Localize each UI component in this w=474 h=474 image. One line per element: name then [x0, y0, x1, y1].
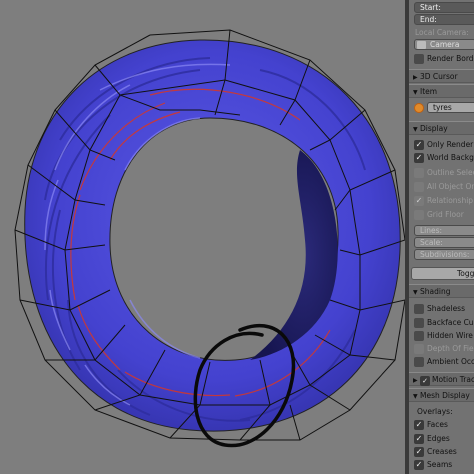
- 3d-viewport[interactable]: [0, 0, 405, 474]
- backface-culling-checkbox[interactable]: [414, 318, 424, 328]
- creases-row[interactable]: ✓ Creases: [409, 446, 474, 459]
- edges-label: Edges: [427, 434, 450, 443]
- expand-arrow-icon: ▼: [413, 393, 418, 400]
- creases-checkbox[interactable]: ✓: [414, 447, 424, 457]
- local-camera-label: Local Camera:: [415, 28, 469, 37]
- overlays-label: Overlays:: [417, 407, 453, 416]
- faces-label: Faces: [427, 420, 448, 429]
- object-name-field[interactable]: tyres: [427, 102, 474, 113]
- hidden-wire-checkbox[interactable]: [414, 331, 424, 341]
- edges-row[interactable]: ✓ Edges: [409, 433, 474, 446]
- section-shading-label: Shading: [420, 287, 451, 296]
- expand-arrow-icon: ▼: [413, 126, 418, 133]
- camera-field[interactable]: Camera: [414, 39, 474, 50]
- shadeless-label: Shadeless: [427, 304, 465, 313]
- all-object-origins-checkbox[interactable]: [414, 182, 424, 192]
- depth-of-field-label: Depth Of Field: [427, 344, 474, 353]
- shadeless-row[interactable]: Shadeless: [409, 303, 474, 316]
- all-object-origins-row[interactable]: All Object Origi: [409, 181, 474, 194]
- outline-selected-label: Outline Selecte: [427, 168, 474, 177]
- world-background-row[interactable]: ✓World Backgrou: [409, 152, 474, 165]
- ambient-occlusion-row[interactable]: Ambient Occlus: [409, 356, 474, 369]
- only-render-checkbox[interactable]: ✓: [414, 140, 424, 150]
- depth-of-field-checkbox[interactable]: [414, 344, 424, 354]
- expand-arrow-icon: ▼: [413, 89, 418, 96]
- outline-selected-checkbox[interactable]: [414, 168, 424, 178]
- backface-culling-label: Backface Cullin: [427, 318, 474, 327]
- relationship-lines-checkbox[interactable]: ✓: [414, 196, 424, 206]
- grid-floor-row[interactable]: Grid Floor: [409, 209, 474, 222]
- start-label: Start:: [420, 3, 441, 12]
- tyre-model: [14, 29, 405, 448]
- toggle-button-label: Toggl: [457, 269, 474, 278]
- subdivisions-field[interactable]: Subdivisions:: [414, 249, 474, 260]
- seams-row[interactable]: ✓ Seams: [409, 459, 474, 472]
- shadeless-checkbox[interactable]: [414, 304, 424, 314]
- tyre-outer-surface: [24, 39, 401, 432]
- world-background-checkbox[interactable]: ✓: [414, 153, 424, 163]
- scale-field[interactable]: Scale:: [414, 237, 474, 248]
- render-border-row[interactable]: Render Border: [409, 53, 474, 66]
- render-border-checkbox[interactable]: [414, 54, 424, 64]
- lines-field[interactable]: Lines:: [414, 225, 474, 236]
- end-field[interactable]: End:: [414, 14, 474, 25]
- toggle-quad-view-button[interactable]: Toggl: [411, 267, 474, 280]
- seams-label: Seams: [427, 460, 453, 469]
- only-render-label: Only Render: [427, 140, 474, 149]
- faces-checkbox[interactable]: ✓: [414, 420, 424, 430]
- relationship-lines-row[interactable]: ✓Relationship Lin: [409, 195, 474, 208]
- start-field[interactable]: Start:: [414, 2, 474, 13]
- collapse-arrow-icon: ▶: [413, 377, 418, 384]
- faces-row[interactable]: ✓ Faces: [409, 419, 474, 432]
- render-border-label: Render Border: [427, 54, 474, 63]
- subdivisions-label: Subdivisions:: [420, 250, 470, 259]
- object-name-value: tyres: [433, 103, 452, 112]
- lines-label: Lines:: [420, 226, 443, 235]
- section-display[interactable]: ▼ Display: [409, 121, 474, 135]
- depth-of-field-row[interactable]: Depth Of Field: [409, 343, 474, 356]
- relationship-lines-label: Relationship Lin: [427, 196, 474, 205]
- only-render-row[interactable]: ✓ Only Render: [409, 139, 474, 152]
- section-3d-cursor-label: 3D Cursor: [420, 72, 458, 81]
- outline-selected-row[interactable]: Outline Selecte: [409, 167, 474, 180]
- section-shading[interactable]: ▼ Shading: [409, 284, 474, 298]
- section-motion-tracking[interactable]: ▶✓Motion Track: [409, 372, 474, 386]
- hidden-wire-label: Hidden Wire: [427, 331, 473, 340]
- backface-culling-row[interactable]: Backface Cullin: [409, 317, 474, 330]
- grid-floor-checkbox[interactable]: [414, 210, 424, 220]
- expand-arrow-icon: ▼: [413, 289, 418, 296]
- world-background-label: World Backgrou: [427, 153, 474, 162]
- grid-floor-label: Grid Floor: [427, 210, 464, 219]
- item-name-row: tyres: [409, 102, 474, 115]
- section-item[interactable]: ▼ Item: [409, 84, 474, 98]
- camera-icon: [417, 41, 426, 49]
- section-motion-tracking-label: Motion Track: [432, 375, 474, 384]
- section-mesh-display[interactable]: ▼ Mesh Display: [409, 388, 474, 402]
- seams-checkbox[interactable]: ✓: [414, 460, 424, 470]
- all-object-origins-label: All Object Origi: [427, 182, 474, 191]
- edges-checkbox[interactable]: ✓: [414, 434, 424, 444]
- collapse-arrow-icon: ▶: [413, 74, 418, 81]
- properties-panel: Start: End: Local Camera: Camera Render …: [409, 0, 474, 474]
- ambient-occlusion-label: Ambient Occlus: [427, 357, 474, 366]
- section-item-label: Item: [420, 87, 438, 96]
- section-display-label: Display: [420, 124, 448, 133]
- section-mesh-display-label: Mesh Display: [420, 391, 470, 400]
- section-3d-cursor[interactable]: ▶ 3D Cursor: [409, 69, 474, 83]
- hidden-wire-row[interactable]: Hidden Wire: [409, 330, 474, 343]
- scale-label: Scale:: [420, 238, 443, 247]
- motion-tracking-checkbox[interactable]: ✓: [420, 376, 430, 386]
- ambient-occlusion-checkbox[interactable]: [414, 357, 424, 367]
- object-icon: [414, 103, 424, 113]
- end-label: End:: [420, 15, 437, 24]
- creases-label: Creases: [427, 447, 457, 456]
